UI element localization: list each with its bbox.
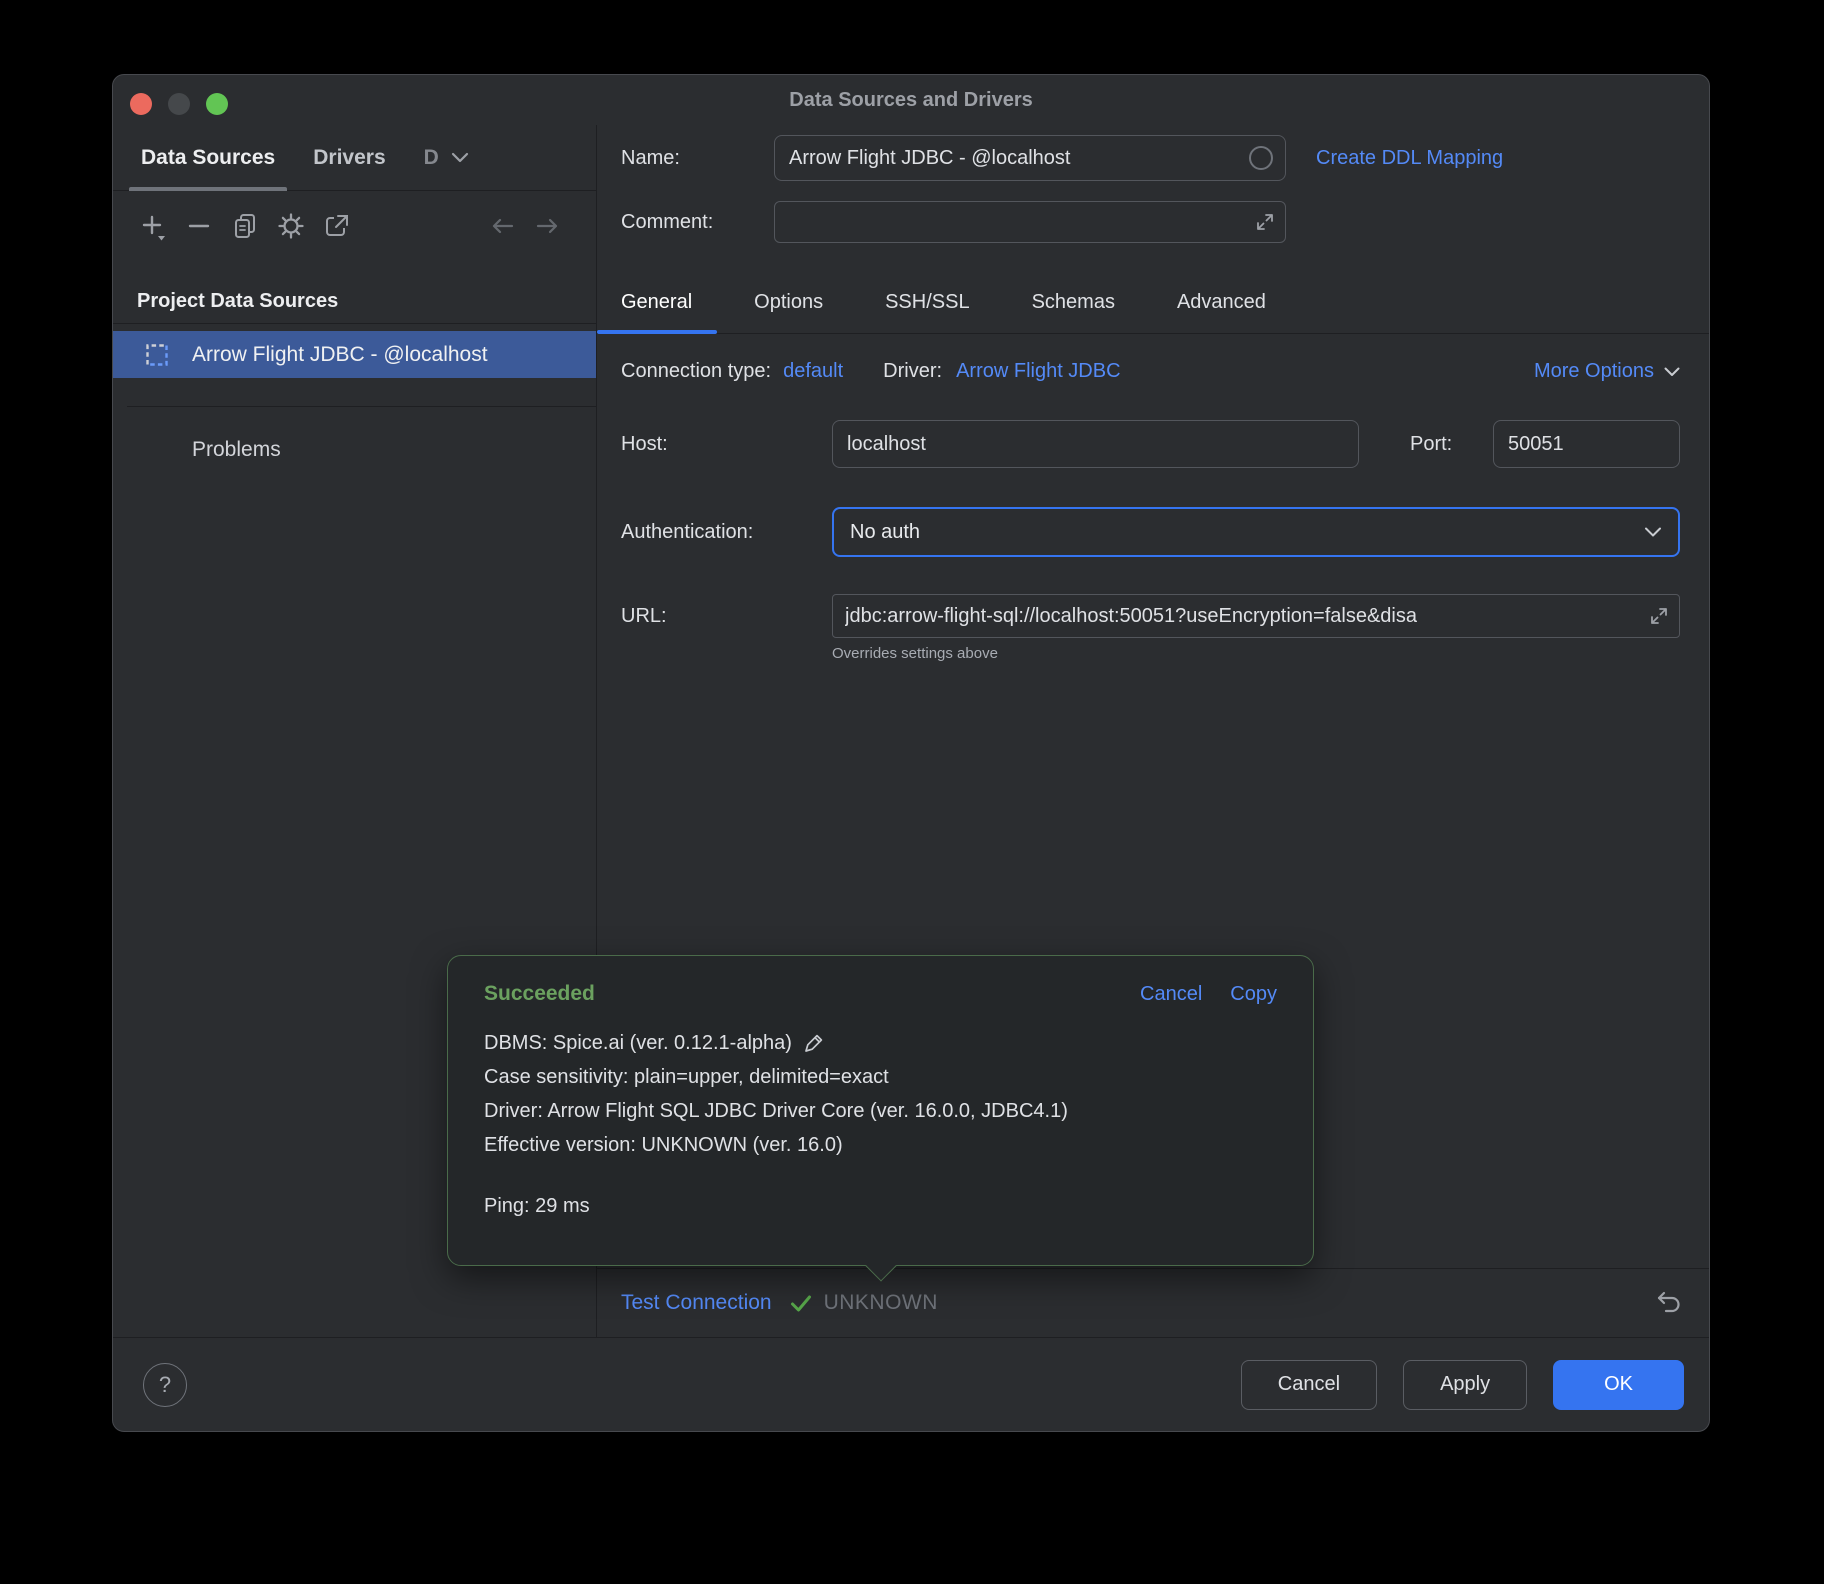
test-connection-link[interactable]: Test Connection bbox=[621, 1291, 772, 1315]
tab-schemas[interactable]: Schemas bbox=[1007, 271, 1140, 333]
tab-general[interactable]: General bbox=[597, 271, 717, 333]
popup-status: Succeeded bbox=[484, 982, 595, 1006]
popup-driver-line: Driver: Arrow Flight SQL JDBC Driver Cor… bbox=[484, 1094, 1277, 1128]
plus-icon bbox=[137, 210, 169, 242]
tree-item-arrow-flight-jdbc[interactable]: Arrow Flight JDBC - @localhost bbox=[113, 331, 596, 378]
arrow-left-icon bbox=[486, 210, 518, 242]
comment-input[interactable] bbox=[774, 201, 1286, 243]
url-note: Overrides settings above bbox=[832, 645, 1680, 662]
window-controls bbox=[130, 93, 228, 115]
host-input[interactable]: localhost bbox=[832, 420, 1359, 468]
chevron-down-icon bbox=[1644, 527, 1662, 538]
tab-drivers-label: Drivers bbox=[313, 146, 385, 170]
host-value: localhost bbox=[847, 433, 926, 456]
open-in-new-icon bbox=[322, 211, 352, 241]
comment-label: Comment: bbox=[621, 211, 774, 234]
name-value: Arrow Flight JDBC - @localhost bbox=[789, 147, 1070, 170]
sidebar-tab-strip: Data Sources Drivers D bbox=[113, 125, 596, 191]
tab-data-sources-label: Data Sources bbox=[141, 146, 275, 170]
driver-label: Driver: bbox=[883, 360, 942, 383]
dialog-title: Data Sources and Drivers bbox=[113, 75, 1709, 125]
url-input[interactable]: jdbc:arrow-flight-sql://localhost:50051?… bbox=[832, 594, 1680, 638]
tab-data-sources[interactable]: Data Sources bbox=[129, 125, 287, 190]
settings-tab-strip: General Options SSH/SSL Schemas Advanced bbox=[597, 271, 1709, 334]
authentication-select[interactable]: No auth bbox=[832, 507, 1680, 557]
popup-effective-version-line: Effective version: UNKNOWN (ver. 16.0) bbox=[484, 1128, 1277, 1162]
tree-item-problems[interactable]: Problems bbox=[113, 428, 596, 472]
host-label: Host: bbox=[621, 433, 832, 456]
create-ddl-mapping-link[interactable]: Create DDL Mapping bbox=[1316, 147, 1503, 170]
tab-options[interactable]: Options bbox=[729, 271, 848, 333]
more-options-label: More Options bbox=[1534, 360, 1654, 383]
minimize-window-button[interactable] bbox=[168, 93, 190, 115]
titlebar: Data Sources and Drivers bbox=[113, 75, 1709, 125]
gear-icon bbox=[275, 210, 307, 242]
tree-section-project-data-sources[interactable]: Project Data Sources bbox=[113, 281, 596, 321]
remove-data-source-button[interactable] bbox=[179, 206, 219, 246]
arrow-right-icon bbox=[532, 210, 564, 242]
success-check-icon bbox=[788, 1290, 814, 1316]
apply-button[interactable]: Apply bbox=[1403, 1360, 1527, 1410]
add-data-source-button[interactable] bbox=[133, 206, 173, 246]
data-sources-dialog: Data Sources and Drivers Data Sources Dr… bbox=[112, 74, 1710, 1432]
export-button[interactable] bbox=[317, 206, 357, 246]
minus-icon bbox=[184, 211, 214, 241]
tab-drivers[interactable]: Drivers bbox=[301, 125, 397, 190]
expand-field-icon[interactable] bbox=[1253, 210, 1277, 234]
popup-case-sensitivity-line: Case sensitivity: plain=upper, delimited… bbox=[484, 1060, 1277, 1094]
tab-ssh-ssl[interactable]: SSH/SSL bbox=[860, 271, 994, 333]
port-value: 50051 bbox=[1508, 433, 1564, 456]
duplicate-button[interactable] bbox=[225, 206, 265, 246]
dialog-footer: ? Cancel Apply OK bbox=[113, 1337, 1709, 1431]
popup-dbms-line: DBMS: Spice.ai (ver. 0.12.1-alpha) bbox=[484, 1026, 792, 1060]
url-value: jdbc:arrow-flight-sql://localhost:50051?… bbox=[845, 605, 1417, 628]
tab-advanced[interactable]: Advanced bbox=[1152, 271, 1291, 333]
back-button[interactable] bbox=[482, 206, 522, 246]
port-input[interactable]: 50051 bbox=[1493, 420, 1680, 468]
popup-copy-link[interactable]: Copy bbox=[1230, 983, 1277, 1006]
tree-item-label: Arrow Flight JDBC - @localhost bbox=[192, 343, 488, 367]
authentication-value: No auth bbox=[850, 521, 920, 544]
edit-pencil-icon[interactable] bbox=[802, 1031, 826, 1055]
data-source-icon bbox=[144, 342, 170, 368]
expand-field-icon[interactable] bbox=[1647, 604, 1671, 628]
popup-cancel-link[interactable]: Cancel bbox=[1140, 983, 1202, 1006]
zoom-window-button[interactable] bbox=[206, 93, 228, 115]
connection-type-value-link[interactable]: default bbox=[783, 360, 843, 383]
cancel-button[interactable]: Cancel bbox=[1241, 1360, 1377, 1410]
divider bbox=[127, 406, 596, 407]
copy-icon bbox=[230, 211, 260, 241]
close-window-button[interactable] bbox=[130, 93, 152, 115]
port-label: Port: bbox=[1410, 433, 1493, 456]
name-label: Name: bbox=[621, 147, 774, 170]
tab-ddl-mappings-truncated[interactable]: D bbox=[412, 125, 481, 190]
data-source-properties-button[interactable] bbox=[271, 206, 311, 246]
tab-truncated-label: D bbox=[424, 146, 439, 170]
forward-button[interactable] bbox=[528, 206, 568, 246]
screen: Data Sources and Drivers Data Sources Dr… bbox=[0, 0, 1824, 1584]
question-mark-icon: ? bbox=[159, 1372, 171, 1398]
url-label: URL: bbox=[621, 605, 832, 628]
test-connection-result-popup: Succeeded Cancel Copy DBMS: Spice.ai (ve… bbox=[447, 955, 1314, 1266]
driver-value-link[interactable]: Arrow Flight JDBC bbox=[956, 360, 1120, 383]
sidebar-toolbar bbox=[113, 191, 596, 261]
test-connection-row: Test Connection UNKNOWN bbox=[597, 1268, 1709, 1337]
progress-ring-icon bbox=[1249, 146, 1273, 170]
help-button[interactable]: ? bbox=[143, 1363, 187, 1407]
popup-ping-line: Ping: 29 ms bbox=[484, 1195, 1277, 1218]
name-input[interactable]: Arrow Flight JDBC - @localhost bbox=[774, 135, 1286, 181]
chevron-down-icon[interactable] bbox=[451, 152, 469, 163]
chevron-down-icon bbox=[1664, 367, 1680, 377]
more-options-link[interactable]: More Options bbox=[1534, 360, 1680, 383]
connection-type-label: Connection type: bbox=[621, 360, 771, 383]
authentication-label: Authentication: bbox=[621, 521, 832, 544]
ok-button[interactable]: OK bbox=[1553, 1360, 1684, 1410]
divider bbox=[113, 323, 596, 324]
revert-icon[interactable] bbox=[1654, 1289, 1684, 1317]
test-connection-status: UNKNOWN bbox=[824, 1291, 938, 1315]
